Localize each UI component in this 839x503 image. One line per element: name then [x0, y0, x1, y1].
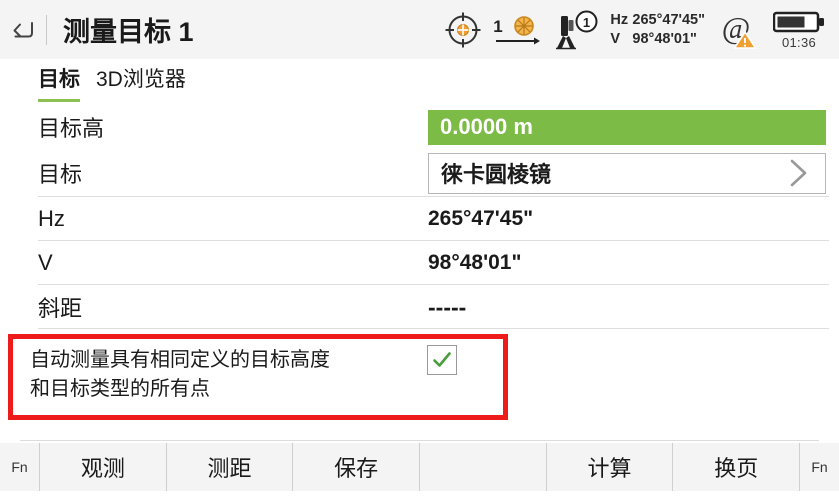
target-height-input[interactable]: 0.0000 m: [428, 109, 826, 145]
form-row-target-height: 目标高 0.0000 m: [0, 105, 839, 149]
fn-key-left[interactable]: Fn: [0, 443, 40, 491]
target-form: 目标高 0.0000 m 目标 徕卡圆棱镜 Hz 265°47'45" V 98…: [0, 105, 839, 329]
footer-divider: [20, 440, 819, 441]
softkey-empty: [420, 443, 547, 491]
target-select[interactable]: 徕卡圆棱镜: [428, 152, 826, 194]
v-label: V: [610, 30, 621, 47]
tab-3d-viewer[interactable]: 3D浏览器: [96, 59, 186, 99]
title-bar: 测量目标 1 1 1 Hz 265°47'45" V 98°48'01" @ 0…: [0, 0, 839, 59]
tab-target[interactable]: 目标: [38, 59, 80, 102]
tab-bar: 目标 3D浏览器: [0, 59, 839, 105]
auto-measure-option[interactable]: 自动测量具有相同定义的目标高度 和目标类型的所有点: [8, 340, 498, 414]
row-separator: [38, 328, 829, 329]
auto-measure-label: 自动测量具有相同定义的目标高度 和目标类型的所有点: [30, 346, 330, 404]
crosshair-target-icon[interactable]: [440, 10, 486, 50]
value-hz: 265°47'45": [428, 207, 534, 230]
target-select-wrap: 徕卡圆棱镜: [428, 152, 826, 194]
function-key-bar: Fn 观测 测距 保存 计算 换页 Fn: [0, 443, 839, 491]
chevron-right-icon: [790, 159, 807, 187]
footer-bottom-strip: [0, 491, 839, 503]
target-height-input-wrap: 0.0000 m: [428, 109, 826, 145]
softkey-calculate[interactable]: 计算: [547, 443, 674, 491]
battery-icon: [773, 11, 824, 32]
form-row-slope-distance: 斜距 -----: [0, 285, 839, 329]
auto-measure-line2: 和目标类型的所有点: [30, 378, 210, 400]
status-bar: 1 1 Hz 265°47'45" V 98°48'01" @ 01:36: [440, 0, 839, 59]
label-slope-distance: 斜距: [38, 296, 83, 321]
checkmark-icon: [433, 352, 451, 367]
v-value: 98°48'01": [632, 30, 697, 47]
prism-offset-icon[interactable]: 1: [488, 10, 550, 50]
label-target: 目标: [38, 162, 83, 187]
softkey-observe[interactable]: 观测: [40, 443, 167, 491]
target-select-value: 徕卡圆棱镜: [441, 162, 552, 187]
screen-root: 测量目标 1 1 1 Hz 265°47'45" V 98°48'01" @ 0…: [0, 0, 839, 503]
softkey-save[interactable]: 保存: [293, 443, 421, 491]
back-arrow-icon: [13, 21, 33, 37]
label-target-height: 目标高: [38, 116, 105, 141]
form-row-hz: Hz 265°47'45": [0, 197, 839, 241]
angle-readout: Hz 265°47'45" V 98°48'01": [610, 11, 705, 49]
svg-text:1: 1: [583, 15, 590, 30]
page-title: 测量目标 1: [63, 17, 194, 47]
form-row-target: 目标 徕卡圆棱镜: [0, 149, 839, 197]
back-button[interactable]: [0, 0, 46, 59]
form-row-v: V 98°48'01": [0, 241, 839, 285]
softkey-page[interactable]: 换页: [673, 443, 799, 491]
label-hz: Hz: [38, 206, 65, 231]
softkey-distance[interactable]: 测距: [167, 443, 294, 491]
auto-measure-checkbox[interactable]: [427, 345, 457, 375]
at-sign-warning-icon[interactable]: @: [717, 10, 765, 50]
battery-time-label: 01:36: [781, 34, 817, 50]
hz-label: Hz: [610, 11, 629, 28]
hz-value: 265°47'45": [632, 11, 705, 28]
svg-text:1: 1: [494, 17, 503, 36]
value-v: 98°48'01": [428, 251, 522, 274]
total-station-icon[interactable]: 1: [552, 9, 604, 51]
value-slope-distance: -----: [428, 293, 467, 320]
battery-status[interactable]: 01:36: [773, 10, 825, 50]
label-v: V: [38, 250, 53, 275]
title-divider: [46, 14, 47, 45]
fn-key-right[interactable]: Fn: [799, 443, 839, 491]
auto-measure-line1: 自动测量具有相同定义的目标高度: [30, 349, 330, 371]
